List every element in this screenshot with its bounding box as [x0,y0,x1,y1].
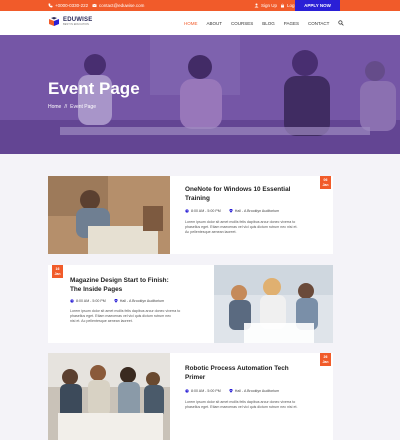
event-description: Lorem ipsum dolor sit amet mollis felis … [185,220,298,235]
nav-contact[interactable]: CONTACT [308,21,329,26]
phone-contact[interactable]: +0000-0330-222 [48,0,88,11]
breadcrumb-current: Event Page [70,104,96,110]
event-location: Hall - A Brooklyn Auditorium [234,389,280,393]
nav-blog[interactable]: BLOG [262,21,275,26]
event-time: 8:00 AM - 5:00 PM [191,209,221,213]
event-card[interactable]: 16 Jan Magazine Design Start to Finish: … [48,265,333,343]
event-content: Robotic Process Automation Tech Primer 8… [178,353,328,431]
signup-label: Sign Up [261,3,278,8]
event-photo[interactable] [48,353,170,440]
lock-icon [281,3,284,8]
main-nav: HOME ABOUT COURSES BLOG PAGES CONTACT [184,11,345,35]
event-photo[interactable] [214,265,333,343]
envelope-icon [92,3,97,7]
event-title[interactable]: OneNote for Windows 10 Essential Trainin… [185,186,325,203]
event-time: 8:00 AM - 5:00 PM [76,299,106,303]
breadcrumb: Home // Event Page [48,104,96,110]
nav-pages[interactable]: PAGES [284,21,299,26]
map-pin-icon [114,299,118,303]
email-address: contact@eduwise.com [99,3,145,8]
phone-icon [48,3,53,8]
clock-icon [185,209,189,213]
brand-logo[interactable]: EDUWISE BEST IN EDUCATION [48,17,92,27]
student-writing-image [48,176,170,254]
event-location: Hall - A Brooklyn Auditorium [119,299,165,303]
user-icon [254,3,259,8]
apply-now-button[interactable]: APPLY NOW [295,0,340,11]
event-title[interactable]: Robotic Process Automation Tech Primer [185,365,325,382]
brand-tagline: BEST IN EDUCATION [63,23,89,27]
event-time: 8:00 AM - 5:00 PM [191,389,221,393]
event-meta: 8:00 AM - 5:00 PM Hall - A Brooklyn Audi… [70,299,164,303]
event-description: Lorem ipsum dolor sit amet mollis felis … [185,400,298,410]
clock-icon [185,389,189,393]
hero-banner: Event Page Home // Event Page [0,35,400,154]
signup-link[interactable]: Sign Up [254,0,277,11]
event-meta: 8:00 AM - 5:00 PM Hall - A Brooklyn Audi… [185,389,279,393]
phone-number: +0000-0330-222 [55,3,89,8]
event-content: Magazine Design Start to Finish: The Ins… [66,265,216,343]
nav-home[interactable]: HOME [184,21,198,26]
date-badge: 06 Jan [320,176,331,189]
top-bar: +0000-0330-222 contact@eduwise.com Sign … [0,0,400,11]
search-icon[interactable] [338,20,345,26]
map-pin-icon [229,209,233,213]
map-pin-icon [229,389,233,393]
logo-mark-icon [49,17,59,26]
site-header: EDUWISE BEST IN EDUCATION HOME ABOUT COU… [0,11,400,35]
clock-icon [70,299,74,303]
nav-courses[interactable]: COURSES [231,21,253,26]
page-title: Event Page [48,79,140,98]
event-card[interactable]: Robotic Process Automation Tech Primer 8… [48,353,333,440]
event-location: Hall - A Brooklyn Auditorium [234,209,280,213]
date-badge: 16 Jan [52,265,63,278]
breadcrumb-separator: // [64,104,68,110]
event-card[interactable]: OneNote for Windows 10 Essential Trainin… [48,176,333,254]
date-badge: 26 Jan [320,353,331,366]
team-meeting-image [214,265,333,343]
event-title[interactable]: Magazine Design Start to Finish: The Ins… [70,277,210,294]
breadcrumb-home[interactable]: Home [48,104,61,110]
event-meta: 8:00 AM - 5:00 PM Hall - A Brooklyn Audi… [185,209,279,213]
event-content: OneNote for Windows 10 Essential Trainin… [178,176,328,254]
event-photo[interactable] [48,176,170,254]
event-description: Lorem ipsum dolor sit amet mollis felis … [70,309,181,324]
team-collaboration-image [48,353,170,440]
email-contact[interactable]: contact@eduwise.com [92,0,144,11]
nav-about[interactable]: ABOUT [207,21,223,26]
